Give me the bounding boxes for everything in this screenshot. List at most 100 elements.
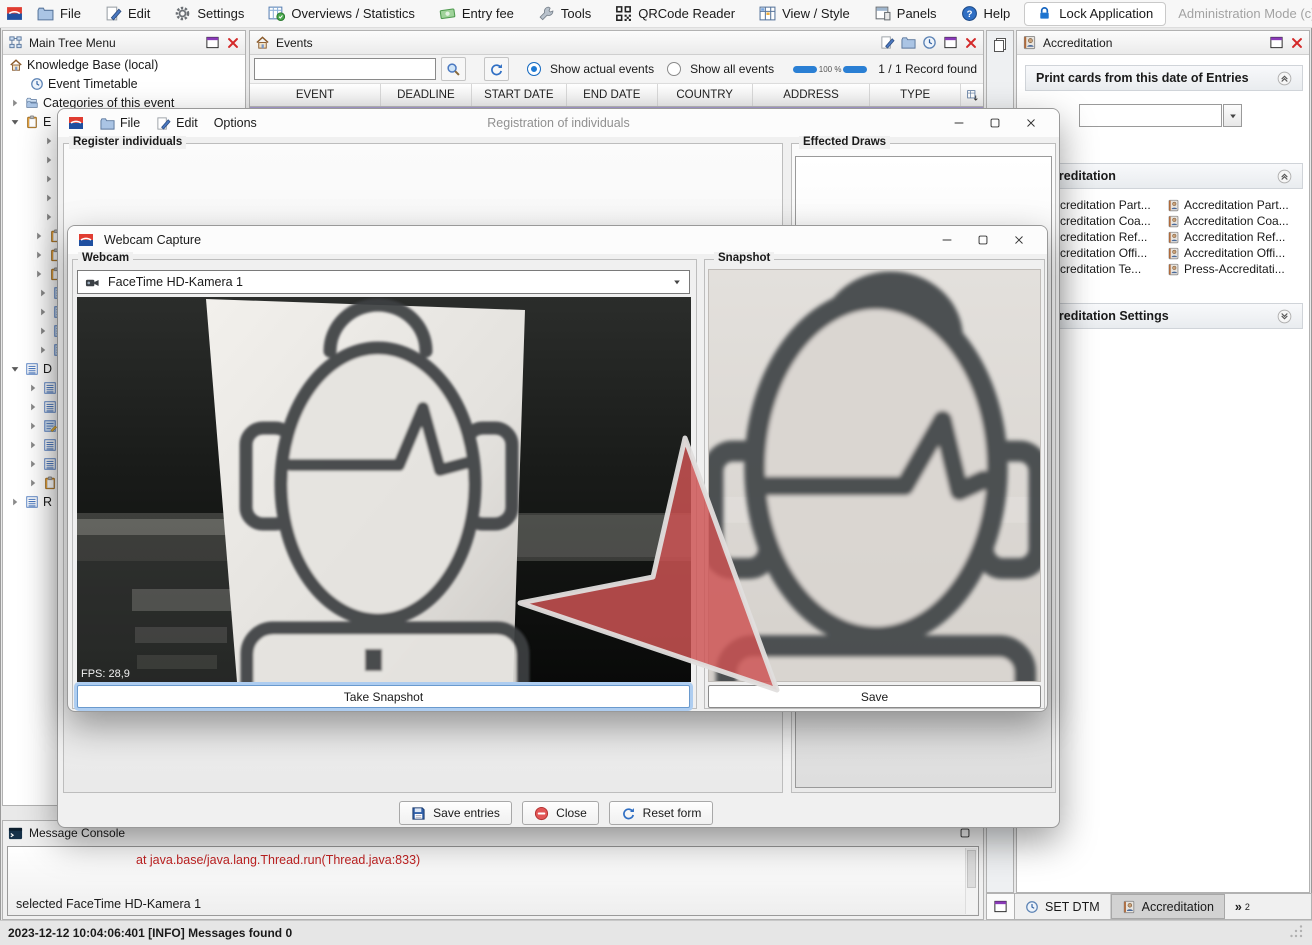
collapse-icon[interactable] bbox=[1277, 169, 1292, 184]
close-button[interactable] bbox=[1013, 110, 1049, 137]
take-snapshot-button[interactable]: Take Snapshot bbox=[77, 685, 690, 708]
chevron-right-icon bbox=[27, 458, 39, 470]
minimize-button[interactable] bbox=[941, 110, 977, 137]
column-header-country[interactable]: COUNTRY bbox=[658, 84, 753, 106]
restore-panel-icon[interactable] bbox=[943, 35, 958, 50]
reset-form-button[interactable]: Reset form bbox=[609, 801, 713, 825]
resize-grip-icon[interactable] bbox=[1290, 925, 1304, 939]
menu-options[interactable]: Options bbox=[214, 116, 257, 130]
tree-item-event-timetable[interactable]: Event Timetable bbox=[3, 74, 245, 93]
listicon-icon bbox=[43, 438, 57, 452]
table-settings-cell[interactable] bbox=[961, 84, 983, 106]
svg-text:?: ? bbox=[966, 9, 972, 20]
collapse-icon[interactable] bbox=[1277, 71, 1292, 86]
table-settings-icon bbox=[966, 89, 979, 102]
help-icon: ? bbox=[961, 5, 978, 22]
badge-icon bbox=[1167, 199, 1180, 212]
column-header-start-date[interactable]: START DATE bbox=[472, 84, 567, 106]
tree-icon bbox=[8, 35, 23, 50]
status-message: 2023-12-12 10:04:06:401 [INFO] Messages … bbox=[8, 926, 292, 940]
menu-edit[interactable]: Edit bbox=[156, 116, 198, 131]
listicon-icon bbox=[25, 495, 39, 509]
close-panel-icon[interactable] bbox=[1290, 36, 1304, 50]
menu-item-qrcode-reader[interactable]: QRCode Reader bbox=[615, 5, 735, 22]
edit-event-icon[interactable] bbox=[880, 35, 895, 50]
listicon-icon bbox=[43, 381, 57, 395]
close-panel-icon[interactable] bbox=[226, 36, 240, 50]
console-maximize-icon[interactable] bbox=[958, 826, 972, 840]
event-time-icon[interactable] bbox=[922, 35, 937, 50]
save-entries-button[interactable]: Save entries bbox=[399, 801, 512, 825]
webcam-video-frame bbox=[77, 297, 691, 682]
restore-panel-icon[interactable] bbox=[1269, 35, 1284, 50]
accreditation-card-item[interactable]: Accreditation Coa... bbox=[1167, 213, 1303, 229]
maximize-button[interactable] bbox=[977, 110, 1013, 137]
menu-item-settings[interactable]: Settings bbox=[174, 5, 244, 22]
radio-show-actual-events[interactable] bbox=[527, 62, 541, 76]
date-dropdown-button[interactable] bbox=[1223, 104, 1242, 127]
section-print-cards[interactable]: Print cards from this date of Entries bbox=[1025, 65, 1303, 91]
listicon-icon bbox=[43, 400, 57, 414]
console-log[interactable]: at java.base/java.lang.Thread.run(Thread… bbox=[7, 846, 979, 916]
accreditation-card-item[interactable]: Accreditation Part... bbox=[1167, 197, 1303, 213]
tree-item-knowledge-base-local[interactable]: Knowledge Base (local) bbox=[3, 55, 245, 74]
search-button[interactable] bbox=[441, 57, 466, 81]
tab-accreditation[interactable]: Accreditation bbox=[1111, 894, 1225, 919]
maximize-button[interactable] bbox=[965, 227, 1001, 254]
chevron-right-icon bbox=[43, 154, 55, 166]
pages-icon[interactable] bbox=[992, 37, 1008, 53]
registration-titlebar[interactable]: File Edit Options Registration of indivi… bbox=[58, 109, 1059, 137]
radio-show-all-events[interactable] bbox=[667, 62, 681, 76]
section-accreditation[interactable]: Accreditation bbox=[1025, 163, 1303, 189]
bottom-tabbar: SET DTM Accreditation » 2 bbox=[986, 893, 1312, 920]
restore-panel-icon[interactable] bbox=[205, 35, 220, 50]
console-scrollbar[interactable] bbox=[965, 848, 977, 914]
webcam-capture-dialog: Webcam Capture Webcam Snapshot FaceTime … bbox=[67, 225, 1048, 712]
fps-counter: FPS: 28,9 bbox=[81, 668, 130, 680]
webcam-titlebar[interactable]: Webcam Capture bbox=[68, 226, 1047, 254]
open-event-icon[interactable] bbox=[901, 35, 916, 50]
menu-file[interactable]: File bbox=[100, 116, 140, 131]
badge-icon bbox=[1122, 900, 1136, 914]
menu-item-help[interactable]: ?Help bbox=[961, 5, 1011, 22]
events-search-input[interactable] bbox=[254, 58, 436, 80]
menu-item-view-style[interactable]: View / Style bbox=[759, 5, 850, 22]
minimize-button[interactable] bbox=[929, 227, 965, 254]
print-date-input[interactable] bbox=[1079, 104, 1222, 127]
column-header-deadline[interactable]: DEADLINE bbox=[381, 84, 472, 106]
lock-application-button[interactable]: Lock Application bbox=[1024, 2, 1166, 26]
accreditation-card-item[interactable]: Accreditation Offi... bbox=[1167, 245, 1303, 261]
folder-icon bbox=[100, 116, 115, 131]
snapshot-preview bbox=[708, 269, 1041, 682]
snapshot-group-label: Snapshot bbox=[714, 252, 774, 265]
close-form-button[interactable]: Close bbox=[522, 801, 599, 825]
column-header-type[interactable]: TYPE bbox=[870, 84, 961, 106]
tab-overflow[interactable]: » 2 bbox=[1225, 894, 1260, 919]
menu-item-entry-fee[interactable]: Entry fee bbox=[439, 5, 514, 22]
column-header-end-date[interactable]: END DATE bbox=[567, 84, 658, 106]
section-accreditation-settings[interactable]: Accreditation Settings bbox=[1025, 303, 1303, 329]
restore-panel-cell[interactable] bbox=[987, 894, 1015, 919]
accreditation-card-item[interactable]: Press-Accreditati... bbox=[1167, 261, 1303, 277]
chevron-right-icon bbox=[37, 325, 49, 337]
menu-item-tools[interactable]: Tools bbox=[538, 5, 591, 22]
chevron-right-icon bbox=[43, 135, 55, 147]
menu-item-edit[interactable]: Edit bbox=[105, 5, 150, 22]
badge-icon bbox=[1022, 35, 1037, 50]
webcam-group-label: Webcam bbox=[78, 252, 133, 265]
close-button[interactable] bbox=[1001, 227, 1037, 254]
refresh-button[interactable] bbox=[484, 57, 509, 81]
camera-select[interactable]: FaceTime HD-Kamera 1 bbox=[77, 270, 690, 294]
menu-item-file[interactable]: File bbox=[37, 5, 81, 22]
column-header-address[interactable]: ADDRESS bbox=[753, 84, 871, 106]
save-snapshot-button[interactable]: Save bbox=[708, 685, 1041, 708]
close-panel-icon[interactable] bbox=[964, 36, 978, 50]
expand-icon[interactable] bbox=[1277, 309, 1292, 324]
folders-icon bbox=[25, 96, 39, 110]
menu-item-overviews-statistics[interactable]: Overviews / Statistics bbox=[268, 5, 415, 22]
tab-set-dtm[interactable]: SET DTM bbox=[1015, 894, 1111, 919]
accreditation-card-item[interactable]: Accreditation Ref... bbox=[1167, 229, 1303, 245]
qr-icon bbox=[615, 5, 632, 22]
column-header-event[interactable]: EVENT bbox=[250, 84, 381, 106]
menu-item-panels[interactable]: Panels bbox=[874, 5, 937, 22]
